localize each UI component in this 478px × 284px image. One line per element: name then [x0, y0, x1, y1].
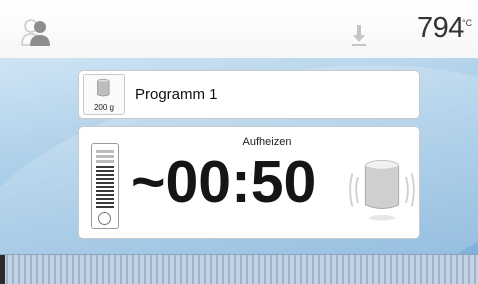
download-icon[interactable]	[350, 23, 368, 47]
temperature-value: 794	[417, 12, 464, 44]
user-icon[interactable]	[20, 18, 54, 46]
progress-strip	[0, 254, 478, 284]
program-name: Programm 1	[135, 86, 218, 103]
power-plug-icon	[98, 212, 111, 225]
remaining-time: ~00:50	[131, 149, 317, 215]
program-icon-box[interactable]: 200 g	[83, 74, 125, 115]
status-title: Aufheizen	[242, 136, 292, 148]
program-weight: 200 g	[93, 103, 115, 112]
heating-gauge-icon	[91, 143, 119, 229]
progress-fill	[0, 255, 5, 284]
muffle-icon	[349, 159, 415, 221]
program-card[interactable]: 200 g Programm 1	[78, 70, 420, 119]
status-card: Aufheizen ~00:50	[78, 126, 420, 239]
temperature-unit: °C	[462, 18, 473, 28]
main-area: 200 g Programm 1 Aufheizen ~00:50	[0, 58, 478, 254]
status-bar: 794 °C	[0, 0, 478, 59]
